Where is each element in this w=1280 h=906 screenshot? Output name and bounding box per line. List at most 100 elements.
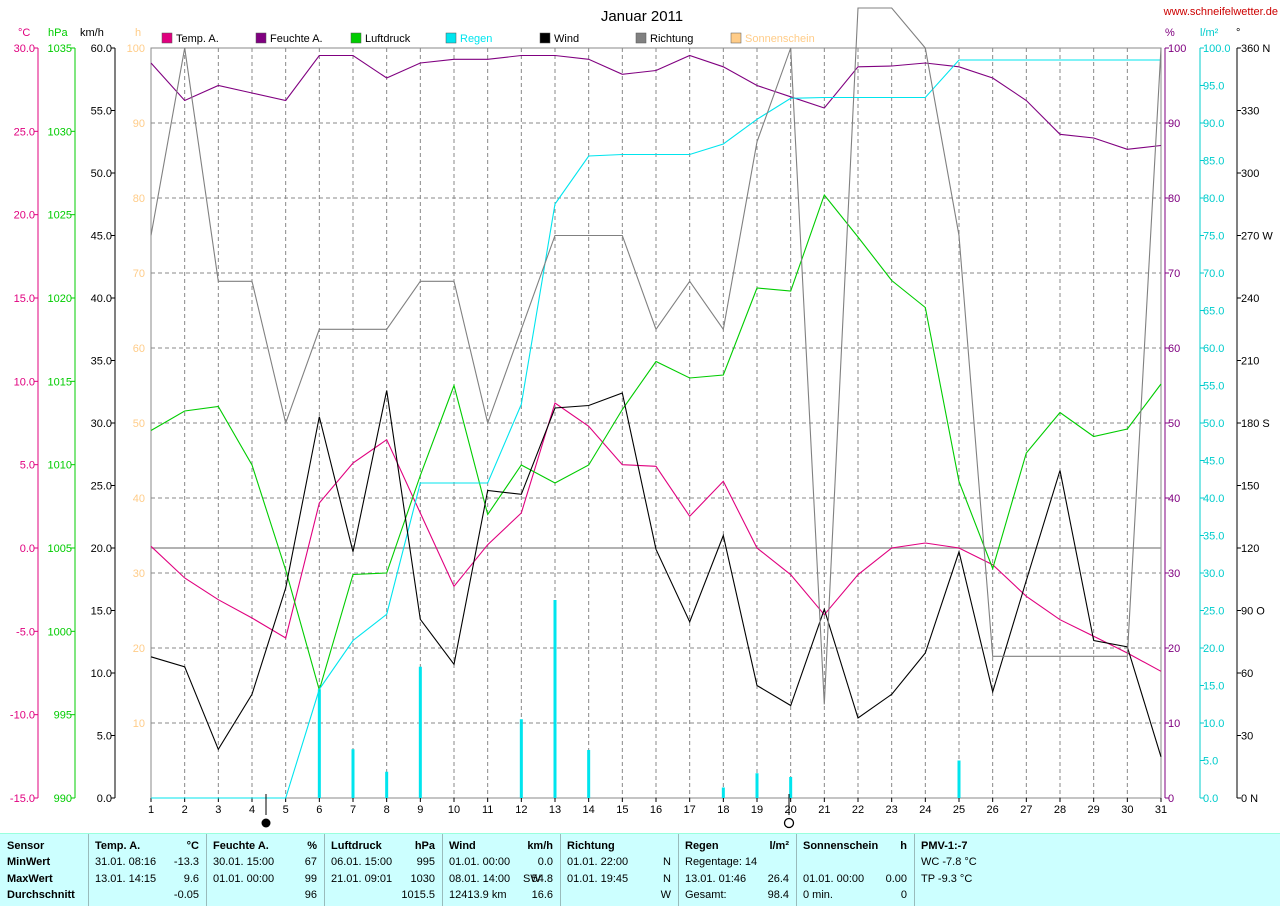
tick-label-rain: 70.0: [1203, 268, 1224, 280]
press-avg-value: 1015.5: [401, 889, 435, 901]
temp-min-date: 31.01. 08:16: [95, 856, 157, 868]
legend-label: Richtung: [650, 33, 693, 45]
tick-label-rain: 75.0: [1203, 231, 1224, 243]
temp-max-value: 9.6: [183, 873, 199, 885]
x-tick-label: 20: [785, 804, 797, 816]
stats-sunshine: Sonnenschein h 01.01. 00:00 0.00 0 min. …: [796, 834, 915, 906]
unit-label-temp: °C: [18, 27, 30, 39]
rain-max-date: 13.01. 01:46: [685, 873, 747, 885]
stats-sun-unit: h: [900, 840, 907, 852]
tick-label-hpa: 1015: [48, 376, 72, 388]
tick-label-deg: 180 S: [1241, 418, 1270, 430]
press-max-date: 21.01. 09:01: [331, 873, 393, 885]
stats-rain: Regen l/m² Regentage: 14 13.01. 01:46 26…: [678, 834, 797, 906]
x-tick-label: 19: [751, 804, 763, 816]
stats-pmv-title: PMV-1:-7: [921, 840, 968, 852]
sun-max-date: 01.01. 00:00: [803, 873, 865, 885]
dir-avg-value: W: [660, 889, 671, 901]
hum-min-date: 30.01. 15:00: [213, 856, 275, 868]
tick-label-rain: 60.0: [1203, 343, 1224, 355]
tick-label-temp: -5.0: [16, 626, 35, 638]
tick-label-hpa: 990: [54, 793, 72, 805]
x-tick-label: 4: [249, 804, 255, 816]
x-tick-label: 22: [852, 804, 864, 816]
legend-label: Wind: [554, 33, 579, 45]
rain-bar: [721, 787, 725, 798]
sun-max-value: 0.00: [885, 873, 907, 885]
tick-label-sun: 70: [133, 268, 145, 280]
x-tick-label: 18: [717, 804, 729, 816]
legend-swatch: [255, 32, 267, 44]
tick-label-temp: -15.0: [10, 793, 35, 805]
legend-label: Luftdruck: [365, 33, 411, 45]
stats-wind-title: Wind: [449, 840, 476, 852]
tick-label-kmh: 60.0: [91, 43, 112, 55]
hum-max-value: 99: [304, 873, 317, 885]
stats-hum-title: Feuchte A.: [213, 840, 269, 852]
tick-label-sun: 30: [133, 568, 145, 580]
dir-min-value: N: [663, 856, 671, 868]
stats-rain-title: Regen: [685, 840, 719, 852]
temp-min-value: -13.3: [173, 856, 199, 868]
x-tick-label: 7: [350, 804, 356, 816]
tick-label-kmh: 30.0: [91, 418, 112, 430]
tick-label-deg: 120: [1241, 543, 1259, 555]
tick-label-hpa: 1025: [48, 210, 72, 222]
tick-label-temp: 15.0: [14, 293, 35, 305]
stats-press-title: Luftdruck: [331, 840, 382, 852]
row-label-avg: Durchschnitt: [7, 889, 75, 901]
x-tick-label: 27: [1020, 804, 1032, 816]
rain-total-label: Gesamt:: [685, 889, 727, 901]
stats-pmv: PMV-1:-7 WC -7.8 °C TP -9.3 °C: [914, 834, 1035, 906]
x-tick-label: 2: [182, 804, 188, 816]
hum-min-value: 67: [304, 856, 317, 868]
sun-min-label: 0 min.: [803, 889, 833, 901]
tick-label-rain: 100.0: [1203, 43, 1231, 55]
legend-swatch: [730, 32, 742, 44]
pmv-dewpoint: TP -9.3 °C: [921, 873, 973, 885]
stats-pressure: Luftdruck hPa 06.01. 15:00 995 21.01. 09…: [324, 834, 443, 906]
tick-label-temp: 10.0: [14, 376, 35, 388]
rain-bar: [519, 719, 523, 798]
x-tick-label: 8: [384, 804, 390, 816]
tick-label-kmh: 10.0: [91, 668, 112, 680]
statistics-panel: Sensor MinWert MaxWert Durchschnitt Temp…: [0, 833, 1280, 906]
tick-label-rain: 30.0: [1203, 568, 1224, 580]
tick-label-deg: 240: [1241, 293, 1259, 305]
tick-label-rain: 90.0: [1203, 118, 1224, 130]
tick-label-hum: 40: [1168, 493, 1180, 505]
x-tick-label: 1: [148, 804, 154, 816]
tick-label-rain: 35.0: [1203, 531, 1224, 543]
x-tick-label: 16: [650, 804, 662, 816]
tick-label-rain: 10.0: [1203, 718, 1224, 730]
tick-label-deg: 60: [1241, 668, 1253, 680]
tick-label-temp: -10.0: [10, 710, 35, 722]
stats-rain-unit: l/m²: [769, 840, 789, 852]
tick-label-temp: 20.0: [14, 210, 35, 222]
unit-label-hum: %: [1165, 27, 1175, 39]
press-max-value: 1030: [410, 873, 435, 885]
unit-label-hpa: hPa: [48, 27, 68, 39]
legend-swatch: [635, 32, 647, 44]
source-url[interactable]: www.schneifelwetter.de: [1163, 6, 1278, 18]
x-tick-label: 3: [215, 804, 221, 816]
tick-label-hpa: 1010: [48, 460, 72, 472]
tick-label-kmh: 45.0: [91, 231, 112, 243]
moon-phases: [261, 794, 795, 829]
tick-label-rain: 0.0: [1203, 793, 1218, 805]
tick-label-deg: 300: [1241, 168, 1259, 180]
tick-label-temp: 5.0: [20, 460, 35, 472]
tick-label-sun: 90: [133, 118, 145, 130]
tick-label-deg: 30: [1241, 731, 1253, 743]
rain-bar: [789, 777, 793, 798]
tick-label-kmh: 55.0: [91, 106, 112, 118]
tick-label-kmh: 15.0: [91, 606, 112, 618]
x-tick-label: 23: [886, 804, 898, 816]
tick-label-rain: 25.0: [1203, 606, 1224, 618]
stats-wind: Wind km/h 01.01. 00:00 0.0 08.01. 14:00 …: [442, 834, 561, 906]
rain-bar: [553, 600, 557, 798]
tick-label-rain: 80.0: [1203, 193, 1224, 205]
rain-bar: [385, 771, 389, 798]
unit-label-sun: h: [135, 27, 141, 39]
tick-label-hum: 0: [1168, 793, 1174, 805]
